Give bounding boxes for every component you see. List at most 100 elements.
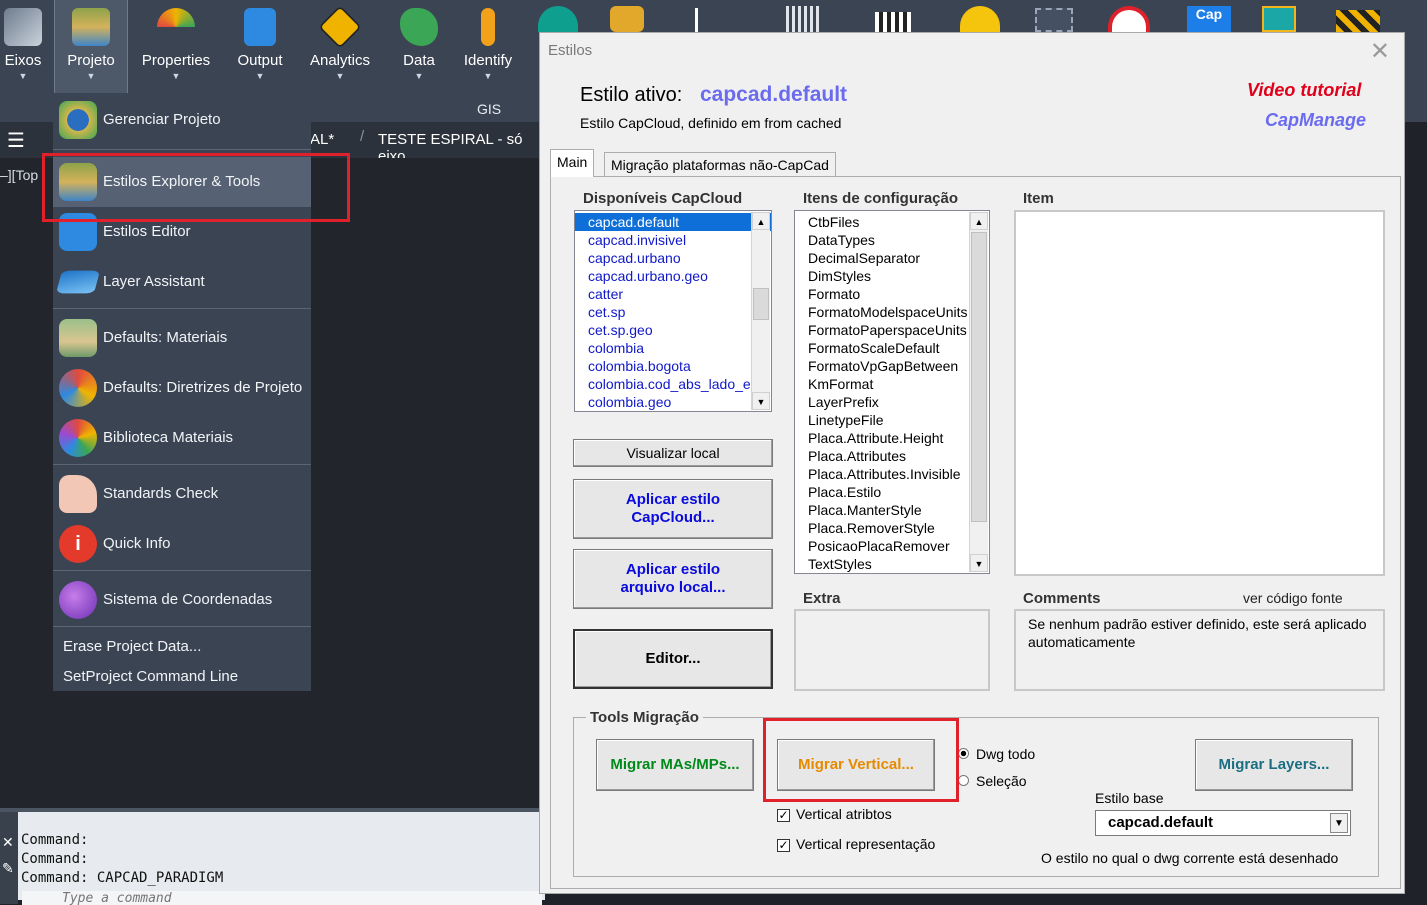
visualizar-local-button[interactable]: Visualizar local — [573, 439, 773, 467]
menu-item-standards-check[interactable]: Standards Check — [53, 469, 311, 519]
menu-item-quick-info[interactable]: i Quick Info — [53, 519, 311, 569]
scroll-up-icon[interactable]: ▲ — [970, 212, 988, 230]
menu-item-biblioteca-materiais[interactable]: Biblioteca Materiais — [53, 413, 311, 463]
ribbon-eixos-button[interactable]: Eixos ▼ — [0, 0, 46, 94]
chevron-down-icon: ▼ — [335, 71, 345, 81]
arrow-sign-icon[interactable] — [695, 8, 723, 32]
barcode-icon[interactable] — [786, 6, 822, 32]
list-item[interactable]: DecimalSeparator — [795, 249, 989, 267]
menu-item-gerenciar-projeto[interactable]: Gerenciar Projeto — [53, 95, 311, 145]
list-item[interactable]: colombia.cod_abs_lado_e — [575, 375, 771, 393]
list-item[interactable]: Placa.RemoverStyle — [795, 519, 989, 537]
cube-icon[interactable] — [1262, 6, 1296, 32]
available-styles-list[interactable]: capcad.default capcad.invisivel capcad.u… — [574, 210, 772, 412]
list-item[interactable]: capcad.urbano — [575, 249, 771, 267]
chevron-down-icon[interactable]: ▼ — [1330, 813, 1348, 833]
radio-dwg-todo[interactable] — [958, 748, 969, 759]
capmanage-link[interactable]: CapManage — [1265, 110, 1366, 131]
park-icon[interactable] — [960, 6, 1000, 32]
checkbox-vertical-atributos[interactable]: ✓ — [777, 809, 790, 822]
menu-item-layer-assistant[interactable]: Layer Assistant — [53, 257, 311, 307]
scrollbar[interactable]: ▲ ▼ — [969, 212, 988, 572]
list-item[interactable]: FormatoModelspaceUnits — [795, 303, 989, 321]
config-items-list[interactable]: CtbFiles DataTypes DecimalSeparator DimS… — [794, 210, 990, 574]
scroll-down-icon[interactable]: ▼ — [970, 554, 988, 572]
ribbon-identify-button[interactable]: Identify ▼ — [458, 0, 518, 94]
aplicar-capcloud-button[interactable]: Aplicar estilo CapCloud... — [573, 479, 773, 539]
close-icon[interactable]: ✕ — [1370, 37, 1390, 66]
shapes-icon[interactable] — [1035, 8, 1073, 32]
menu-divider — [53, 308, 311, 309]
list-item[interactable]: TextStyles — [795, 555, 989, 573]
list-item[interactable]: Placa.Attribute.Height — [795, 429, 989, 447]
list-item[interactable]: FormatoScaleDefault — [795, 339, 989, 357]
list-item[interactable]: KmFormat — [795, 375, 989, 393]
ribbon-label: Data — [403, 52, 435, 69]
cap-sign-icon[interactable]: Cap — [1187, 6, 1231, 32]
menu-item-sistema-coordenadas[interactable]: Sistema de Coordenadas — [53, 575, 311, 625]
migrar-mas-button[interactable]: Migrar MAs/MPs... — [596, 739, 754, 791]
list-item[interactable]: Placa.Attributes.Invisible — [795, 465, 989, 483]
ribbon-properties-button[interactable]: Properties ▼ — [139, 0, 213, 94]
scroll-down-icon[interactable]: ▼ — [752, 392, 770, 410]
command-input[interactable] — [22, 891, 542, 905]
list-item[interactable]: capcad.urbano.geo — [575, 267, 771, 285]
list-item[interactable]: colombia — [575, 339, 771, 357]
chevron-down-icon: ▼ — [86, 71, 96, 81]
list-item[interactable]: cet.sp.geo — [575, 321, 771, 339]
migrar-layers-button[interactable]: Migrar Layers... — [1195, 739, 1353, 791]
list-item[interactable]: Formato — [795, 285, 989, 303]
scroll-thumb[interactable] — [753, 288, 769, 320]
list-item[interactable]: LinetypeFile — [795, 411, 989, 429]
viewport-label[interactable]: –][Top — [0, 167, 38, 183]
barrier-icon[interactable] — [1336, 10, 1380, 32]
qr-icon[interactable] — [538, 6, 578, 32]
list-item[interactable]: FormatoVpGapBetween — [795, 357, 989, 375]
list-item[interactable]: PosicaoPlacaRemover — [795, 537, 989, 555]
tab-main[interactable]: Main — [550, 149, 595, 177]
tab-migracao[interactable]: Migração plataformas não-CapCad — [604, 152, 836, 178]
video-tutorial-link[interactable]: Video tutorial — [1247, 80, 1361, 101]
list-item[interactable]: Placa.ManterStyle — [795, 501, 989, 519]
menu-item-defaults-diretrizes[interactable]: Defaults: Diretrizes de Projeto — [53, 363, 311, 413]
aplicar-local-button[interactable]: Aplicar estilo arquivo local... — [573, 549, 773, 609]
list-item[interactable]: colombia.bogota — [575, 357, 771, 375]
item-textbox[interactable] — [1014, 210, 1385, 576]
list-item[interactable]: DimStyles — [795, 267, 989, 285]
list-item[interactable]: capcad.invisivel — [575, 231, 771, 249]
list-item[interactable]: CtbFiles — [795, 213, 989, 231]
scrollbar[interactable]: ▲ ▼ — [751, 212, 770, 410]
editor-button[interactable]: Editor... — [573, 629, 773, 689]
list-item[interactable]: FormatoPaperspaceUnits — [795, 321, 989, 339]
comments-textbox[interactable]: Se nenhum padrão estiver definido, este … — [1014, 609, 1385, 691]
checkbox-vertical-representacao[interactable]: ✓ — [777, 839, 790, 852]
menu-item-defaults-materiais[interactable]: Defaults: Materiais — [53, 313, 311, 363]
list-item[interactable]: Placa.Attributes — [795, 447, 989, 465]
list-item[interactable]: capcad.default — [575, 213, 771, 231]
list-item[interactable]: cet.sp — [575, 303, 771, 321]
scroll-thumb[interactable] — [971, 232, 987, 522]
scroll-up-icon[interactable]: ▲ — [752, 212, 770, 230]
source-code-link[interactable]: ver código fonte — [1243, 590, 1343, 606]
close-icon[interactable]: ✕ — [2, 834, 14, 851]
menu-item-setproject-command-line[interactable]: SetProject Command Line — [63, 668, 238, 685]
ribbon-data-button[interactable]: Data ▼ — [396, 0, 442, 94]
list-item[interactable]: DataTypes — [795, 231, 989, 249]
menu-item-erase-project-data[interactable]: Erase Project Data... — [63, 638, 201, 655]
wrench-icon[interactable]: ✎ — [2, 860, 14, 877]
list-item[interactable]: colombia.geo — [575, 393, 771, 411]
radio-selecao[interactable] — [958, 775, 969, 786]
list-item[interactable]: catter — [575, 285, 771, 303]
ribbon-projeto-button[interactable]: Projeto ▼ — [54, 0, 128, 95]
list-item[interactable]: LayerPrefix — [795, 393, 989, 411]
ribbon-analytics-button[interactable]: Analytics ▼ — [306, 0, 374, 94]
list-item[interactable]: Placa.Estilo — [795, 483, 989, 501]
doc-tab[interactable]: AL* — [310, 131, 334, 148]
ribbon-output-button[interactable]: Output ▼ — [232, 0, 288, 94]
zebra-icon[interactable] — [875, 12, 911, 32]
estilo-base-select[interactable]: capcad.default ▼ — [1095, 810, 1351, 836]
hamburger-menu-icon[interactable]: ☰ — [7, 128, 25, 153]
curve-road-icon[interactable] — [610, 6, 644, 32]
speed-limit-icon[interactable] — [1108, 6, 1150, 32]
extra-textbox[interactable] — [794, 609, 990, 691]
